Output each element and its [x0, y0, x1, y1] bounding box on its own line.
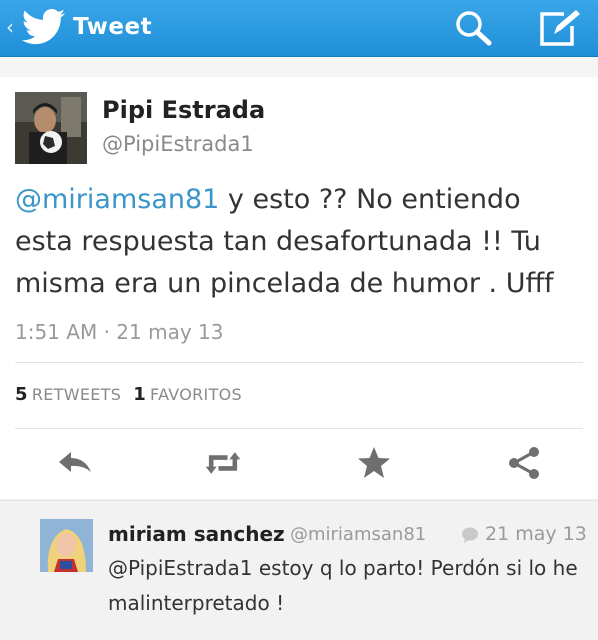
tweet-stats: 5 RETWEETS 1 FAVORITOS: [15, 384, 242, 405]
retweets-label[interactable]: RETWEETS: [32, 385, 121, 404]
header-divider: [0, 57, 598, 77]
back-chevron-icon[interactable]: ‹: [6, 15, 14, 39]
share-icon[interactable]: [505, 445, 545, 481]
reply-author-name[interactable]: miriam sanchez: [108, 522, 285, 546]
retweet-icon[interactable]: [203, 445, 243, 481]
reply-icon[interactable]: [55, 445, 95, 481]
author-name[interactable]: Pipi Estrada: [102, 96, 265, 124]
tweet-timestamp: 1:51 AM · 21 may 13: [15, 320, 224, 344]
retweets-count[interactable]: 5: [15, 384, 28, 405]
reply-date: 21 may 13: [485, 523, 587, 545]
favorites-count[interactable]: 1: [133, 384, 146, 405]
reply-item[interactable]: miriam sanchez @miriamsan81 21 may 13 @P…: [0, 500, 598, 640]
compose-icon[interactable]: [538, 8, 582, 48]
search-icon[interactable]: [455, 10, 493, 46]
reply-text: @PipiEstrada1 estoy q lo parto! Perdón s…: [108, 556, 578, 615]
conversation-bubble-icon: [462, 527, 478, 543]
action-bar: ‹ Tweet: [0, 0, 598, 57]
reply-avatar-image: [40, 519, 93, 572]
author-handle[interactable]: @PipiEstrada1: [102, 132, 254, 156]
page-title: Tweet: [73, 14, 153, 40]
favorites-label[interactable]: FAVORITOS: [150, 385, 242, 404]
divider: [15, 428, 583, 429]
avatar-image: [15, 92, 87, 164]
divider: [15, 362, 583, 363]
tweet-text: @miriamsan81 y esto ?? No entiendo esta …: [15, 179, 585, 305]
favorite-icon[interactable]: [356, 445, 396, 481]
twitter-bird-icon[interactable]: [22, 9, 66, 45]
mention-link[interactable]: @miriamsan81: [15, 184, 219, 215]
tweet-card: Pipi Estrada @PipiEstrada1 @miriamsan81 …: [0, 77, 598, 499]
reply-avatar[interactable]: [40, 519, 93, 572]
reply-author-handle[interactable]: @miriamsan81: [290, 524, 426, 545]
avatar[interactable]: [15, 92, 87, 164]
